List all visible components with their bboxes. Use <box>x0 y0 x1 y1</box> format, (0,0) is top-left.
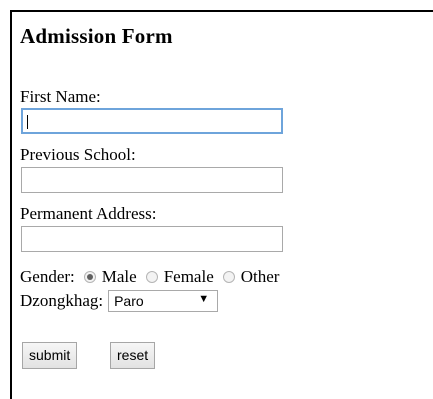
first-name-input[interactable] <box>21 108 283 134</box>
permanent-address-input[interactable] <box>21 226 283 252</box>
dzongkhag-label: Dzongkhag: <box>20 291 104 310</box>
dzongkhag-selected-value: Paro <box>114 293 144 309</box>
gender-radio-female[interactable] <box>145 271 158 283</box>
gender-radio-male[interactable] <box>83 271 96 283</box>
previous-school-input[interactable] <box>21 167 283 193</box>
gender-label: Gender: <box>20 267 75 286</box>
first-name-label: First Name: <box>20 87 101 106</box>
gender-row: Gender: Male Female Other <box>20 266 279 288</box>
dzongkhag-select[interactable]: Paro ▼ <box>108 290 219 312</box>
reset-button[interactable]: reset <box>110 342 156 369</box>
dzongkhag-row: Dzongkhag: Paro ▼ <box>20 290 219 312</box>
radio-selected-dot <box>86 274 93 280</box>
chevron-down-icon: ▼ <box>198 293 210 305</box>
previous-school-label: Previous School: <box>20 145 136 164</box>
form-title: Admission Form <box>20 24 173 48</box>
gender-option-male[interactable]: Male <box>102 267 137 287</box>
permanent-address-label: Permanent Address: <box>20 204 157 223</box>
admission-form: Admission Form First Name: Previous Scho… <box>10 10 433 399</box>
gender-radio-other[interactable] <box>222 271 235 283</box>
gender-option-female[interactable]: Female <box>164 267 214 287</box>
submit-button[interactable]: submit <box>22 342 78 369</box>
gender-option-other[interactable]: Other <box>241 267 280 287</box>
text-cursor <box>27 115 28 129</box>
